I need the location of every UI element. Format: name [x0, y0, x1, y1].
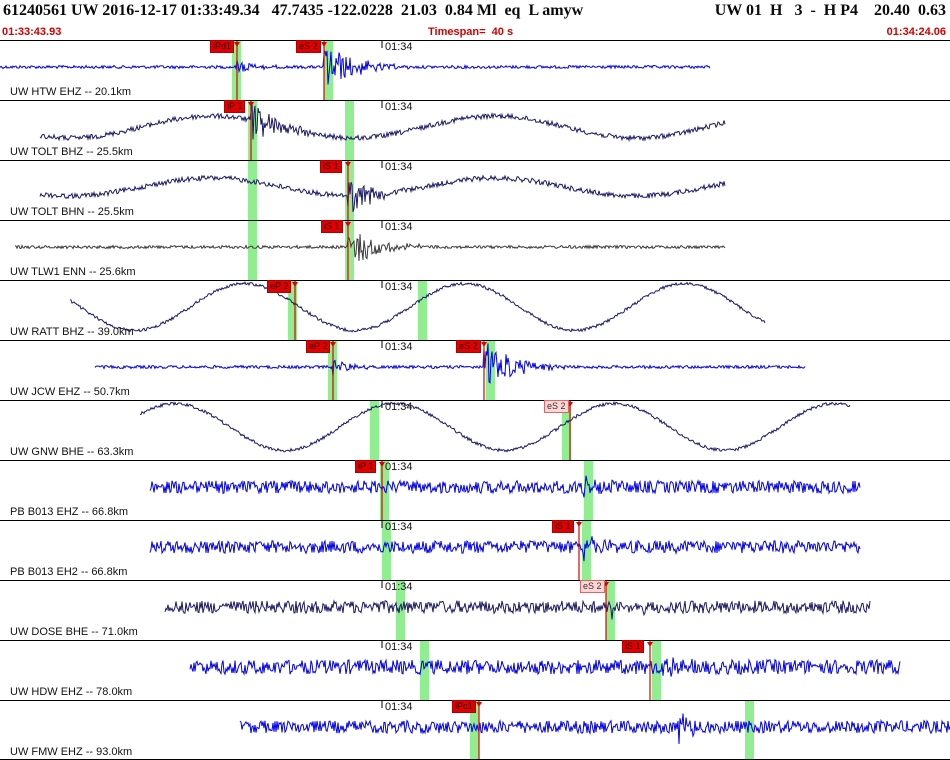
pick-window [418, 281, 427, 340]
pick-window [582, 521, 591, 580]
minute-label: 01:34 [385, 101, 413, 113]
minute-label: 01:34 [385, 581, 413, 593]
trace-label: UW DOSE BHE -- 71.0km [10, 626, 138, 638]
minute-label: 01:34 [385, 281, 413, 293]
pick-label[interactable]: eP 2 [306, 340, 331, 353]
seismogram-panel[interactable] [0, 0, 950, 760]
pick-label[interactable]: iS 1 [552, 520, 574, 533]
waveform-trace[interactable] [94, 343, 806, 384]
trace-label: UW RATT BHZ -- 39.0km [10, 326, 134, 338]
pick-window [345, 221, 354, 280]
pick-window [345, 101, 354, 160]
pick-window [248, 221, 257, 280]
pick-label[interactable]: eS 2 [580, 580, 605, 593]
waveform-trace[interactable] [239, 713, 950, 745]
pick-label[interactable]: eS 2 [456, 340, 481, 353]
waveform-trace[interactable] [164, 599, 871, 620]
pick-marker-arrow [576, 522, 582, 527]
pick-label[interactable]: eP 2 [267, 280, 292, 293]
minute-label: 01:34 [385, 41, 413, 53]
trace-label: UW TOLT BHZ -- 25.5km [10, 146, 133, 158]
pick-label[interactable]: iS 1 [622, 640, 644, 653]
pick-label[interactable]: eS 2 [296, 40, 321, 53]
trace-label: UW TOLT BHN -- 25.5km [10, 206, 134, 218]
minute-label: 01:34 [385, 161, 413, 173]
waveform-trace[interactable] [39, 174, 726, 213]
pick-label[interactable]: iS 1 [320, 160, 342, 173]
pick-label[interactable]: iPc1 [452, 700, 476, 713]
waveform-trace[interactable] [149, 475, 861, 498]
minute-label: 01:34 [385, 221, 413, 233]
pick-window [420, 641, 429, 700]
waveform-trace[interactable] [139, 400, 851, 453]
waveform-trace[interactable] [39, 102, 726, 143]
waveform-trace[interactable] [0, 50, 711, 85]
trace-label: PB B013 EH2 -- 66.8km [10, 566, 128, 578]
minute-label: 01:34 [385, 461, 413, 473]
minute-label: 01:34 [385, 641, 413, 653]
trace-label: UW JCW EHZ -- 50.7km [10, 386, 130, 398]
minute-label: 01:34 [385, 521, 413, 533]
pick-label[interactable]: iP 1 [355, 460, 377, 473]
pick-label[interactable]: iP 1 [224, 100, 246, 113]
waveform-trace[interactable] [149, 536, 861, 562]
waveform-trace[interactable] [189, 657, 901, 677]
trace-label: UW FMW EHZ -- 93.0km [10, 746, 133, 758]
waveform-trace[interactable] [15, 234, 726, 261]
trace-label: UW HDW EHZ -- 78.0km [10, 686, 133, 698]
trace-label: PB B013 EHZ -- 66.8km [10, 506, 128, 518]
minute-label: 01:34 [385, 401, 413, 413]
pick-label[interactable]: eS 2 [544, 400, 569, 413]
minute-label: 01:34 [385, 341, 413, 353]
waveform-trace[interactable] [69, 281, 766, 333]
trace-label: UW TLW1 ENN -- 25.6km [10, 266, 136, 278]
pick-label[interactable]: iPd1 [210, 40, 235, 53]
pick-label[interactable]: iS 1 [321, 220, 343, 233]
pick-window [248, 161, 257, 220]
trace-label: UW GNW BHE -- 63.3km [10, 446, 134, 458]
trace-label: UW HTW EHZ -- 20.1km [10, 86, 131, 98]
minute-label: 01:34 [385, 701, 413, 713]
